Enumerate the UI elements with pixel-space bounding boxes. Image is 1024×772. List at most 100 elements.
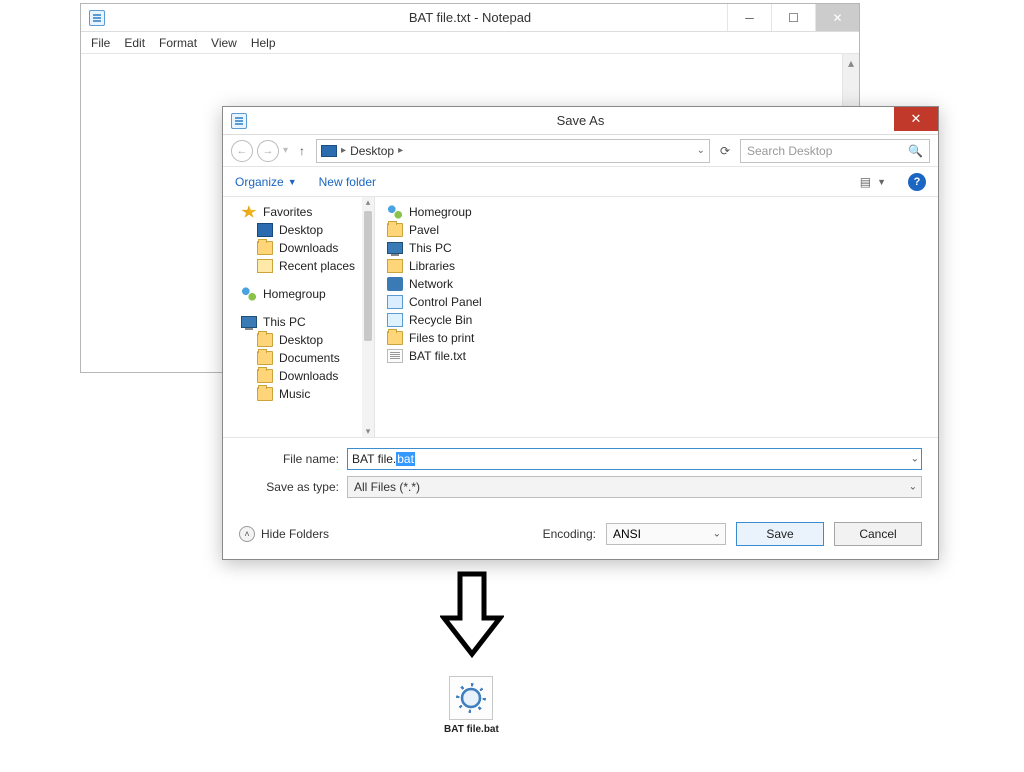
notepad-app-icon [89,10,105,26]
folder-icon [387,331,403,345]
homegroup-icon [387,205,403,219]
search-input[interactable]: Search Desktop 🔍 [740,139,930,163]
text-file-icon [387,349,403,363]
libraries-icon [387,259,403,273]
bat-file-icon[interactable] [449,676,493,720]
list-item[interactable]: This PC [383,239,930,257]
search-icon: 🔍 [908,144,923,158]
scroll-up-icon[interactable]: ▴ [843,54,859,71]
user-folder-icon [387,223,403,237]
list-item[interactable]: Libraries [383,257,930,275]
chevron-down-icon: ⌄ [909,482,917,493]
result-filename: BAT file.bat [444,724,499,735]
down-arrow-icon [440,570,504,662]
homegroup-icon [241,287,257,301]
breadcrumb-bar[interactable]: ▸ Desktop ▸ ⌄ [316,139,710,163]
control-panel-icon [387,295,403,309]
list-item[interactable]: Pavel [383,221,930,239]
folder-icon [257,387,273,401]
thispc-icon [241,316,257,328]
view-options-button[interactable]: ▤ ▼ [860,175,886,189]
folder-icon [257,369,273,383]
saveas-footer: ˄ Hide Folders Encoding: ANSI ⌄ Save Can… [223,510,938,558]
encoding-combo[interactable]: ANSI ⌄ [606,523,726,545]
maximize-button[interactable]: ☐ [771,4,815,31]
hide-folders-button[interactable]: ˄ Hide Folders [239,526,329,542]
list-item[interactable]: Homegroup [383,203,930,221]
menu-edit[interactable]: Edit [124,36,145,50]
list-item[interactable]: Recycle Bin [383,311,930,329]
list-item[interactable]: Network [383,275,930,293]
nav-forward-button[interactable]: → [257,140,279,162]
menu-format[interactable]: Format [159,36,197,50]
gear-icon [459,686,483,710]
organize-button[interactable]: Organize ▼ [235,175,297,189]
tree-pc-documents[interactable]: Documents [223,349,374,367]
chevron-up-icon: ˄ [239,526,255,542]
nav-back-button[interactable]: ← [231,140,253,162]
chevron-right-icon[interactable]: ▸ [341,145,346,156]
save-button[interactable]: Save [736,522,824,546]
tree-fav-desktop[interactable]: Desktop [223,221,374,239]
view-icon: ▤ [860,175,871,189]
saveas-title: Save As [223,113,938,128]
tree-fav-recent[interactable]: Recent places [223,257,374,275]
savetype-value: All Files (*.*) [354,480,420,494]
tree-pc-music[interactable]: Music [223,385,374,403]
savetype-combo[interactable]: All Files (*.*) ⌄ [347,476,922,498]
tree-homegroup[interactable]: Homegroup [223,285,374,303]
thispc-icon [387,242,403,254]
nav-up-button[interactable]: ↑ [292,141,312,161]
chevron-down-icon[interactable]: ⌄ [911,454,919,465]
file-list[interactable]: Homegroup Pavel This PC Libraries Networ… [375,197,938,437]
folder-icon [257,333,273,347]
search-placeholder: Search Desktop [747,144,832,158]
saveas-nav-bar: ← → ▾ ↑ ▸ Desktop ▸ ⌄ ⟳ Search Desktop 🔍 [223,135,938,167]
list-item[interactable]: Files to print [383,329,930,347]
filename-input[interactable]: BAT file.bat ⌄ [347,448,922,470]
folder-icon [257,351,273,365]
saveas-close-button[interactable]: ✕ [894,107,938,131]
minimize-button[interactable]: ─ [727,4,771,31]
notepad-titlebar[interactable]: BAT file.txt - Notepad ─ ☐ ✕ [81,4,859,32]
new-folder-button[interactable]: New folder [319,175,376,189]
filename-text-selected: bat [396,452,415,466]
tree-thispc[interactable]: This PC [223,313,374,331]
chevron-down-icon: ▼ [288,177,297,187]
scroll-thumb[interactable] [364,211,372,341]
thispc-icon [321,145,337,157]
tree-favorites[interactable]: Favorites [223,203,374,221]
menu-view[interactable]: View [211,36,237,50]
cancel-button[interactable]: Cancel [834,522,922,546]
tree-fav-downloads[interactable]: Downloads [223,239,374,257]
organize-label: Organize [235,175,284,189]
tree-scrollbar[interactable] [362,197,374,437]
tree-pc-desktop[interactable]: Desktop [223,331,374,349]
saveas-titlebar[interactable]: Save As ✕ [223,107,938,135]
list-item[interactable]: BAT file.txt [383,347,930,365]
recent-icon [257,259,273,273]
save-as-dialog: Save As ✕ ← → ▾ ↑ ▸ Desktop ▸ ⌄ ⟳ Search… [222,106,939,560]
saveas-fields: File name: BAT file.bat ⌄ Save as type: … [223,437,938,510]
saveas-app-icon [231,113,247,129]
chevron-down-icon: ⌄ [713,529,721,540]
recycle-bin-icon [387,313,403,327]
list-item[interactable]: Control Panel [383,293,930,311]
menu-help[interactable]: Help [251,36,276,50]
encoding-value: ANSI [613,527,641,541]
desktop-icon [257,223,273,237]
notepad-menubar: File Edit Format View Help [81,32,859,54]
menu-file[interactable]: File [91,36,110,50]
chevron-down-icon[interactable]: ⌄ [697,145,705,156]
refresh-button[interactable]: ⟳ [714,140,736,162]
close-button[interactable]: ✕ [815,4,859,31]
help-button[interactable]: ? [908,173,926,191]
folder-icon [257,241,273,255]
breadcrumb-location[interactable]: Desktop [350,144,394,158]
chevron-right-icon[interactable]: ▸ [398,145,403,156]
encoding-label: Encoding: [543,527,596,541]
hide-folders-label: Hide Folders [261,527,329,541]
recent-locations-icon[interactable]: ▾ [283,145,288,156]
navigation-tree: Favorites Desktop Downloads Recent place… [223,197,375,437]
tree-pc-downloads[interactable]: Downloads [223,367,374,385]
